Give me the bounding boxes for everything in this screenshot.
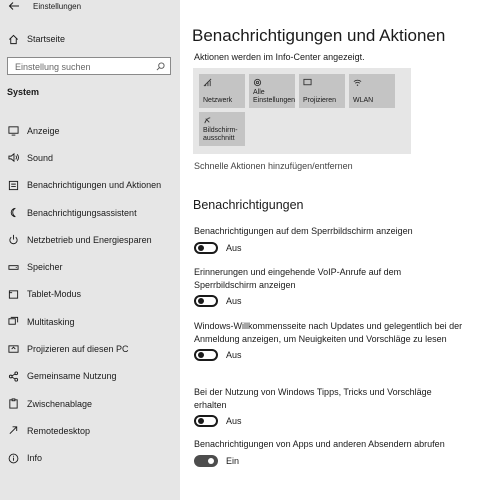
sidebar-item-sound[interactable]: Sound xyxy=(0,144,180,171)
sidebar-item-zwischenablage[interactable]: Zwischenablage xyxy=(0,390,180,417)
quick-action-wlan[interactable]: WLAN xyxy=(349,74,395,108)
notification-icon xyxy=(8,180,19,190)
sidebar-item-label: Multitasking xyxy=(27,316,75,327)
toggle-state: Aus xyxy=(226,242,242,253)
toggle-state: Ein xyxy=(226,455,240,466)
sidebar-item-label: Tablet-Modus xyxy=(27,289,82,300)
sidebar-item-gemeinsame-nutzung[interactable]: Gemeinsame Nutzung xyxy=(0,363,180,390)
quick-action-projizieren[interactable]: Projizieren xyxy=(299,74,345,108)
multitasking-icon xyxy=(8,317,19,325)
toggle-knob xyxy=(198,298,204,304)
section-label: System xyxy=(7,87,40,97)
share-icon xyxy=(8,371,19,382)
sidebar-home[interactable]: Startseite xyxy=(8,32,65,46)
setting-label: Bei der Nutzung von Windows Tipps, Trick… xyxy=(194,387,432,410)
gear-icon xyxy=(253,78,262,87)
setting-welcome-experience: Windows-Willkommensseite nach Updates un… xyxy=(194,320,464,361)
tile-label: Bildschirm-ausschnitt xyxy=(203,127,238,142)
back-arrow-icon[interactable] xyxy=(8,1,20,11)
quick-action-bildschirmausschnitt[interactable]: Bildschirm-ausschnitt xyxy=(199,112,245,146)
sidebar-item-multitasking[interactable]: Multitasking xyxy=(0,308,180,335)
sidebar-nav: Anzeige Sound Benachrichtigungen und Akt… xyxy=(0,117,180,472)
lock-screen-toggle[interactable] xyxy=(194,241,218,254)
sidebar-item-label: Sound xyxy=(27,152,54,163)
storage-icon xyxy=(8,264,19,270)
search-icon[interactable] xyxy=(156,62,165,71)
sidebar-item-label: Info xyxy=(27,453,43,464)
setting-label: Benachrichtigungen auf dem Sperrbildschi… xyxy=(194,226,413,236)
sidebar-item-label: Gemeinsame Nutzung xyxy=(27,371,117,382)
toggle-knob xyxy=(198,352,204,358)
sidebar-item-label: Benachrichtigungsassistent xyxy=(27,207,137,218)
sidebar-item-label: Anzeige xyxy=(27,125,60,136)
setting-lock-screen: Benachrichtigungen auf dem Sperrbildschi… xyxy=(194,225,464,254)
sidebar-item-label: Zwischenablage xyxy=(27,398,93,409)
toggle-state: Aus xyxy=(226,350,242,360)
monitor-icon xyxy=(8,126,19,136)
tile-label: Netzwerk xyxy=(203,97,233,104)
main-content: Benachrichtigungen und Aktionen Aktionen… xyxy=(180,0,480,500)
sidebar-item-speicher[interactable]: Speicher xyxy=(0,253,180,280)
project-icon xyxy=(303,78,312,86)
speaker-icon xyxy=(8,153,19,163)
home-label: Startseite xyxy=(27,34,66,44)
setting-app-notifications: Benachrichtigungen von Apps und anderen … xyxy=(194,438,464,467)
sidebar-item-anzeige[interactable]: Anzeige xyxy=(0,117,180,144)
setting-tips: Bei der Nutzung von Windows Tipps, Trick… xyxy=(194,386,464,427)
reminders-voip-toggle[interactable] xyxy=(194,295,218,307)
sidebar-item-label: Benachrichtigungen und Aktionen xyxy=(27,180,162,191)
window-title: Einstellungen xyxy=(33,2,82,11)
quick-action-alle-einstellungen[interactable]: Alle Einstellungen xyxy=(249,74,295,108)
search-input[interactable]: Einstellung suchen xyxy=(7,57,171,75)
sidebar-item-remotedesktop[interactable]: Remotedesktop xyxy=(0,417,180,444)
sidebar: Einstellungen Startseite Einstellung suc… xyxy=(0,0,180,500)
setting-label: Windows-Willkommensseite nach Updates un… xyxy=(194,321,463,344)
sidebar-item-label: Speicher xyxy=(27,262,63,273)
remote-desktop-icon xyxy=(9,426,18,435)
sidebar-item-projizieren[interactable]: Projizieren auf diesen PC xyxy=(0,335,180,362)
tablet-icon xyxy=(8,290,19,299)
toggle-knob xyxy=(208,457,214,464)
info-icon xyxy=(8,453,19,464)
setting-reminders-voip: Erinnerungen und eingehende VoIP-Anrufe … xyxy=(194,266,464,307)
sidebar-item-label: Remotedesktop xyxy=(27,425,91,436)
power-icon xyxy=(9,235,18,245)
page-title: Benachrichtigungen und Aktionen xyxy=(192,26,446,45)
search-placeholder: Einstellung suchen xyxy=(15,62,91,72)
welcome-experience-toggle[interactable] xyxy=(194,349,218,361)
tile-label: WLAN xyxy=(353,97,374,104)
tile-label: Projizieren xyxy=(303,97,337,104)
sidebar-item-netzbetrieb[interactable]: Netzbetrieb und Energiesparen xyxy=(0,226,180,253)
network-icon xyxy=(203,78,212,87)
quick-actions-panel: Netzwerk Alle Einstellungen Projizieren … xyxy=(193,68,411,154)
toggle-knob xyxy=(198,244,204,251)
quick-actions-link[interactable]: Schnelle Aktionen hinzufügen/entfernen xyxy=(194,161,353,171)
sidebar-item-tablet-modus[interactable]: Tablet-Modus xyxy=(0,281,180,308)
setting-label: Erinnerungen und eingehende VoIP-Anrufe … xyxy=(194,267,402,290)
sidebar-item-label: Netzbetrieb und Energiesparen xyxy=(27,234,152,245)
app-notifications-toggle[interactable] xyxy=(194,454,218,467)
notifications-heading: Benachrichtigungen xyxy=(193,198,304,212)
sidebar-item-label: Projizieren auf diesen PC xyxy=(27,344,129,355)
snip-icon xyxy=(204,117,211,124)
sidebar-item-info[interactable]: Info xyxy=(0,445,180,472)
tile-label: Alle Einstellungen xyxy=(253,89,296,104)
toggle-state: Aus xyxy=(226,416,242,426)
home-icon xyxy=(9,34,18,44)
setting-label: Benachrichtigungen von Apps und anderen … xyxy=(194,439,445,449)
quick-action-netzwerk[interactable]: Netzwerk xyxy=(199,74,245,108)
sidebar-item-benachrichtigungen[interactable]: Benachrichtigungen und Aktionen xyxy=(0,172,180,199)
quick-actions-caption: Aktionen werden im Info-Center angezeigt… xyxy=(194,52,365,62)
project-icon xyxy=(8,344,19,353)
toggle-knob xyxy=(198,418,204,424)
moon-icon xyxy=(10,207,16,218)
tips-toggle[interactable] xyxy=(194,415,218,427)
clipboard-icon xyxy=(9,398,18,409)
sidebar-item-benachrichtigungsassistent[interactable]: Benachrichtigungsassistent xyxy=(0,199,180,226)
wifi-icon xyxy=(353,79,362,86)
toggle-state: Aus xyxy=(226,296,242,306)
